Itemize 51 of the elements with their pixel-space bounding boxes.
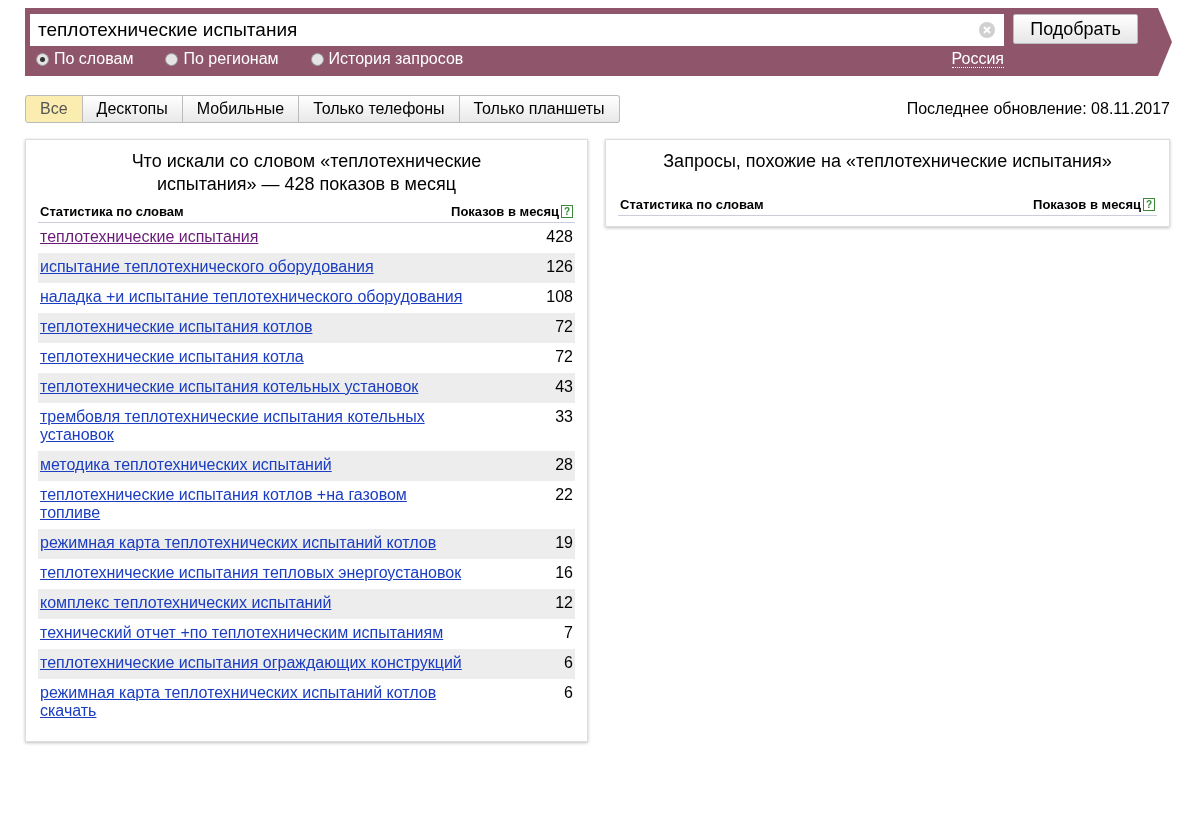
count-cell: 428 bbox=[546, 228, 573, 246]
count-cell-text: 33 bbox=[555, 408, 573, 427]
phrase-link[interactable]: теплотехнические испытания котлов bbox=[40, 318, 313, 336]
column-header: Показов в месяц bbox=[1033, 197, 1141, 212]
count-cell-text: 22 bbox=[555, 486, 573, 505]
mode-radio[interactable]: По словам bbox=[36, 50, 134, 68]
count-cell: 19 bbox=[555, 534, 573, 552]
help-icon[interactable]: ? bbox=[1143, 198, 1155, 211]
count-cell: 7 bbox=[564, 624, 573, 642]
count-cell: 12 bbox=[555, 594, 573, 612]
last-update-text: Последнее обновление: 08.11.2017 bbox=[906, 100, 1170, 118]
count-cell: 6 bbox=[564, 654, 573, 672]
column-header: Показов в месяц bbox=[451, 204, 559, 219]
device-tab[interactable]: Десктопы bbox=[82, 95, 183, 123]
count-cell-text: 6 bbox=[564, 684, 573, 703]
count-cell: 108 bbox=[546, 288, 573, 306]
phrase-link[interactable]: теплотехнические испытания ограждающих конструкций bbox=[40, 654, 462, 672]
phrase-link[interactable]: теплотехнические испытания тепловых энергоустановок bbox=[40, 564, 462, 582]
count-cell: 72 bbox=[555, 318, 573, 336]
count-cell: 72 bbox=[555, 348, 573, 366]
phrase-link[interactable]: комплекс теплотехнических испытаний bbox=[40, 594, 332, 612]
device-tab[interactable]: Мобильные bbox=[182, 95, 300, 123]
region-link[interactable]: Россия bbox=[951, 50, 1004, 68]
column-header: Статистика по словам bbox=[620, 197, 764, 212]
column-header: Статистика по словам bbox=[40, 204, 184, 219]
search-button[interactable]: Подобрать bbox=[1013, 14, 1138, 44]
phrase-link[interactable]: методика теплотехнических испытаний bbox=[40, 456, 332, 474]
mode-radio[interactable]: История запросов bbox=[310, 50, 464, 68]
device-tab[interactable]: Все bbox=[25, 95, 83, 123]
count-cell: 28 bbox=[555, 456, 573, 474]
panel-title: Что искали со словом «теплотехнические испытания» — 428 показов в месяц bbox=[130, 150, 483, 196]
phrase-link[interactable]: испытание теплотехнического оборудования bbox=[40, 258, 374, 276]
phrase-link[interactable]: технический отчет +по теплотехническим испытаниям bbox=[40, 624, 444, 642]
phrase-link[interactable]: теплотехнические испытания котла bbox=[40, 348, 304, 366]
phrase-link[interactable]: теплотехнические испытания котельных установок bbox=[40, 378, 419, 396]
count-cell: 43 bbox=[555, 378, 573, 396]
help-icon[interactable]: ? bbox=[561, 205, 573, 218]
phrase-link[interactable]: режимная карта теплотехнических испытаний котлов скачать bbox=[40, 684, 465, 720]
device-tab[interactable]: Только планшеты bbox=[459, 95, 620, 123]
phrase-link[interactable]: наладка +и испытание теплотехнического оборудования bbox=[40, 288, 463, 306]
phrase-link[interactable]: теплотехнические испытания bbox=[40, 228, 259, 246]
panel-title: Запросы, похожие на «теплотехнические испытания» bbox=[662, 150, 1113, 173]
phrase-link[interactable]: трембовля теплотехнические испытания котельных установок bbox=[40, 408, 465, 444]
device-tab[interactable]: Только телефоны bbox=[299, 95, 460, 123]
count-cell: 126 bbox=[546, 258, 573, 276]
phrase-link[interactable]: режимная карта теплотехнических испытаний котлов bbox=[40, 534, 437, 552]
count-cell: 16 bbox=[555, 564, 573, 582]
mode-radio[interactable]: По регионам bbox=[165, 50, 279, 68]
search-field[interactable]: теплотехнические испытания bbox=[30, 14, 1004, 46]
clear-icon[interactable] bbox=[979, 22, 995, 38]
phrase-link[interactable]: теплотехнические испытания котлов +на газовом топливе bbox=[40, 486, 465, 522]
